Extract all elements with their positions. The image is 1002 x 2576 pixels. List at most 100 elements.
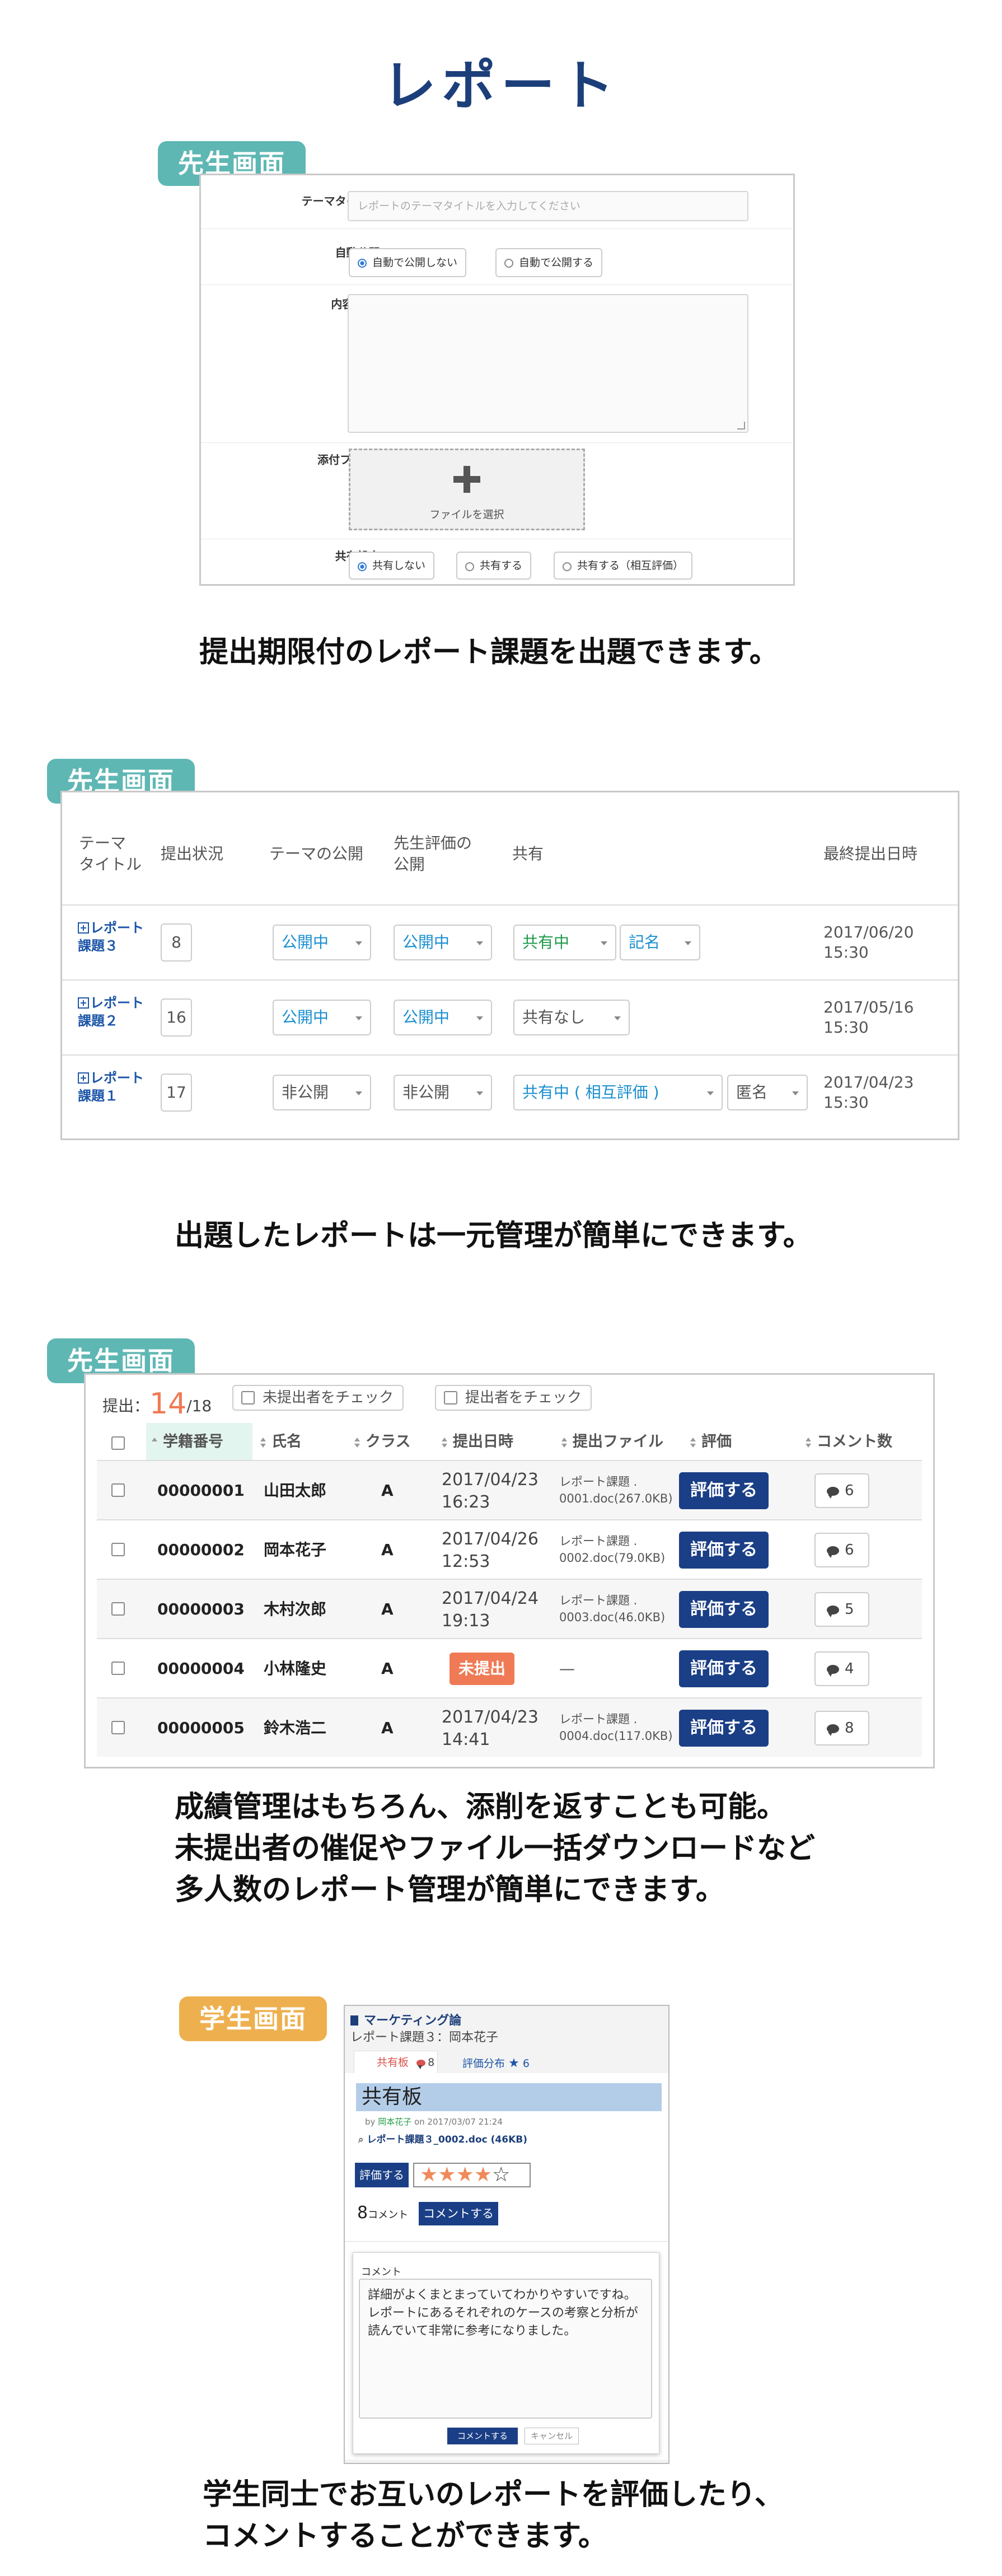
expand-plus-icon[interactable] (78, 922, 89, 934)
content-textarea[interactable] (348, 294, 748, 433)
student-screen-tag: 学生画面 (179, 1996, 327, 2041)
eval-public-select[interactable]: 公開中 (394, 925, 492, 960)
star-empty-icon[interactable]: ☆ (492, 2163, 510, 2186)
col-name[interactable]: 氏名 (260, 1431, 302, 1453)
comments-button[interactable]: 6 (814, 1473, 869, 1508)
submission-count: 16 (161, 998, 192, 1037)
evaluate-button[interactable]: 評価する (679, 1472, 769, 1509)
check-submitted-button[interactable]: 提出者をチェック (435, 1385, 592, 1411)
theme-public-select[interactable]: 公開中 (273, 1000, 371, 1035)
chevron-down-icon (707, 1091, 714, 1095)
comment-textarea[interactable]: 詳細がよくまとまっていてわかりやすいですね。レポートにあるそれぞれのケースの考察… (359, 2279, 652, 2419)
star-filled-icon[interactable]: ★ (474, 2163, 492, 2186)
evaluate-button[interactable]: 評価する (679, 1591, 769, 1628)
student-class: A (381, 1659, 394, 1678)
checkbox-icon (241, 1391, 255, 1404)
tab-share-board[interactable]: 共有板 8 (354, 2051, 438, 2073)
report-1-link[interactable]: レポート 課題１ (78, 1069, 144, 1105)
submission-table: 提出：14/18 未提出者をチェック 提出者をチェック 学籍番号 氏名 クラス … (84, 1373, 935, 1768)
submit-file-link[interactable]: レポート課題 . 0002.doc(79.0KB) (559, 1533, 665, 1566)
comments-button[interactable]: 8 (814, 1711, 869, 1746)
name-mode-select[interactable]: 匿名 (727, 1075, 808, 1110)
col-comments[interactable]: コメント数 (806, 1431, 892, 1453)
row-checkbox[interactable] (111, 1602, 125, 1616)
student-no: 00000003 (157, 1600, 245, 1618)
eval-public-select[interactable]: 非公開 (394, 1075, 492, 1110)
table-row: 00000004 小林隆史 A 未提出 — 評価する 4 (97, 1638, 922, 1697)
col-eval[interactable]: 評価 (690, 1431, 732, 1453)
expand-plus-icon[interactable] (78, 997, 89, 1009)
submit-file-link[interactable]: レポート課題 . 0001.doc(267.0KB) (559, 1473, 673, 1507)
student-class: A (381, 1719, 394, 1737)
col-class[interactable]: クラス (354, 1431, 410, 1453)
caption-1: 提出期限付のレポート課題を出題できます。 (199, 636, 779, 669)
submission-count: 17 (161, 1074, 192, 1112)
theme-public-select[interactable]: 公開中 (273, 925, 371, 960)
byline: by 岡本花子 on 2017/03/07 21:24 (365, 2117, 503, 2127)
student-name: 小林隆史 (264, 1659, 327, 1678)
submit-date: 2017/04/23 16:23 (442, 1470, 539, 1512)
rate-button[interactable]: 評価する (355, 2163, 409, 2187)
radio-share-peer-review[interactable]: 共有する（相互評価） (554, 552, 693, 580)
eval-public-select[interactable]: 公開中 (394, 1000, 492, 1035)
table-row: 00000002 岡本花子 A 2017/04/26 12:53 レポート課題 … (97, 1519, 922, 1579)
student-class: A (381, 1600, 394, 1618)
star-filled-icon[interactable]: ★ (420, 2163, 438, 2186)
student-class: A (381, 1481, 394, 1500)
report-3-link[interactable]: レポート 課題３ (78, 919, 144, 955)
submit-date: 2017/04/23 14:41 (442, 1707, 539, 1749)
evaluate-button[interactable]: 評価する (679, 1710, 769, 1747)
row-checkbox[interactable] (111, 1483, 125, 1497)
submit-file-link[interactable]: レポート課題 . 0003.doc(46.0KB) (559, 1592, 665, 1626)
star-filled-icon[interactable]: ★ (456, 2163, 474, 2186)
star-rating[interactable]: ★★★★☆ (413, 2163, 531, 2187)
star-filled-icon[interactable]: ★ (438, 2163, 456, 2186)
submit-file-link[interactable]: レポート課題 . 0004.doc(117.0KB) (559, 1711, 673, 1744)
student-name: 山田太郎 (264, 1481, 327, 1500)
radio-auto-publish[interactable]: 自動で公開する (495, 248, 603, 277)
resize-grip-icon[interactable] (737, 422, 745, 430)
paperclip-icon: ⌕ (358, 2134, 364, 2145)
submit-date: 2017/04/24 19:13 (442, 1589, 539, 1631)
file-select-dropzone[interactable]: ファイルを選択 (349, 449, 585, 530)
sort-icon (354, 1438, 360, 1448)
file-select-label: ファイルを選択 (429, 508, 504, 521)
theme-title-input[interactable]: レポートのテーマタイトルを入力してください (348, 191, 748, 221)
theme-title-row: テーマタイトル* レポートのテーマタイトルを入力してください (201, 175, 793, 229)
student-no: 00000005 (157, 1719, 245, 1737)
share-select[interactable]: 共有なし (513, 1000, 630, 1035)
submit-comment-button[interactable]: コメントする (447, 2428, 518, 2444)
col-submit-file[interactable]: 提出ファイル (561, 1431, 663, 1453)
name-mode-select[interactable]: 記名 (620, 925, 700, 960)
row-checkbox[interactable] (111, 1543, 125, 1556)
evaluate-button[interactable]: 評価する (679, 1532, 769, 1569)
course-title[interactable]: マーケティング論 (350, 2010, 461, 2028)
evaluate-button[interactable]: 評価する (679, 1650, 769, 1687)
select-all-checkbox[interactable] (111, 1436, 125, 1450)
comments-button[interactable]: 5 (814, 1592, 869, 1627)
row-checkbox[interactable] (111, 1662, 125, 1675)
col-submit-date[interactable]: 提出日時 (442, 1431, 513, 1453)
tab-rating-distribution[interactable]: 評価分布 ★ 6 (462, 2054, 530, 2073)
check-unsubmitted-button[interactable]: 未提出者をチェック (232, 1385, 404, 1411)
theme-public-select[interactable]: 非公開 (273, 1075, 371, 1110)
expand-plus-icon[interactable] (78, 1072, 89, 1084)
share-select[interactable]: 共有中 (513, 925, 616, 960)
share-select[interactable]: 共有中 ( 相互評価 ) (513, 1075, 723, 1110)
submission-count: 8 (161, 923, 192, 962)
radio-no-auto-publish[interactable]: 自動で公開しない (349, 248, 467, 277)
comments-button[interactable]: 4 (814, 1651, 869, 1686)
comment-bubble-icon (827, 1606, 839, 1617)
radio-checked-icon (358, 259, 367, 268)
radio-no-share[interactable]: 共有しない (349, 552, 435, 580)
table-row: レポート 課題３ 8 公開中 公開中 共有中 記名 2017/06/20 15:… (62, 904, 958, 979)
report-2-link[interactable]: レポート 課題２ (78, 994, 144, 1030)
radio-share[interactable]: 共有する (456, 552, 532, 580)
row-checkbox[interactable] (111, 1721, 125, 1734)
comments-button[interactable]: 6 (814, 1533, 869, 1567)
comment-bubble-icon (416, 2060, 426, 2069)
cancel-button[interactable]: キャンセル (525, 2428, 579, 2444)
comment-button[interactable]: コメントする (419, 2202, 498, 2225)
attached-file-link[interactable]: ⌕ レポート課題３_0002.doc (46KB) (358, 2131, 527, 2145)
col-student-no[interactable]: 学籍番号 (152, 1431, 223, 1453)
